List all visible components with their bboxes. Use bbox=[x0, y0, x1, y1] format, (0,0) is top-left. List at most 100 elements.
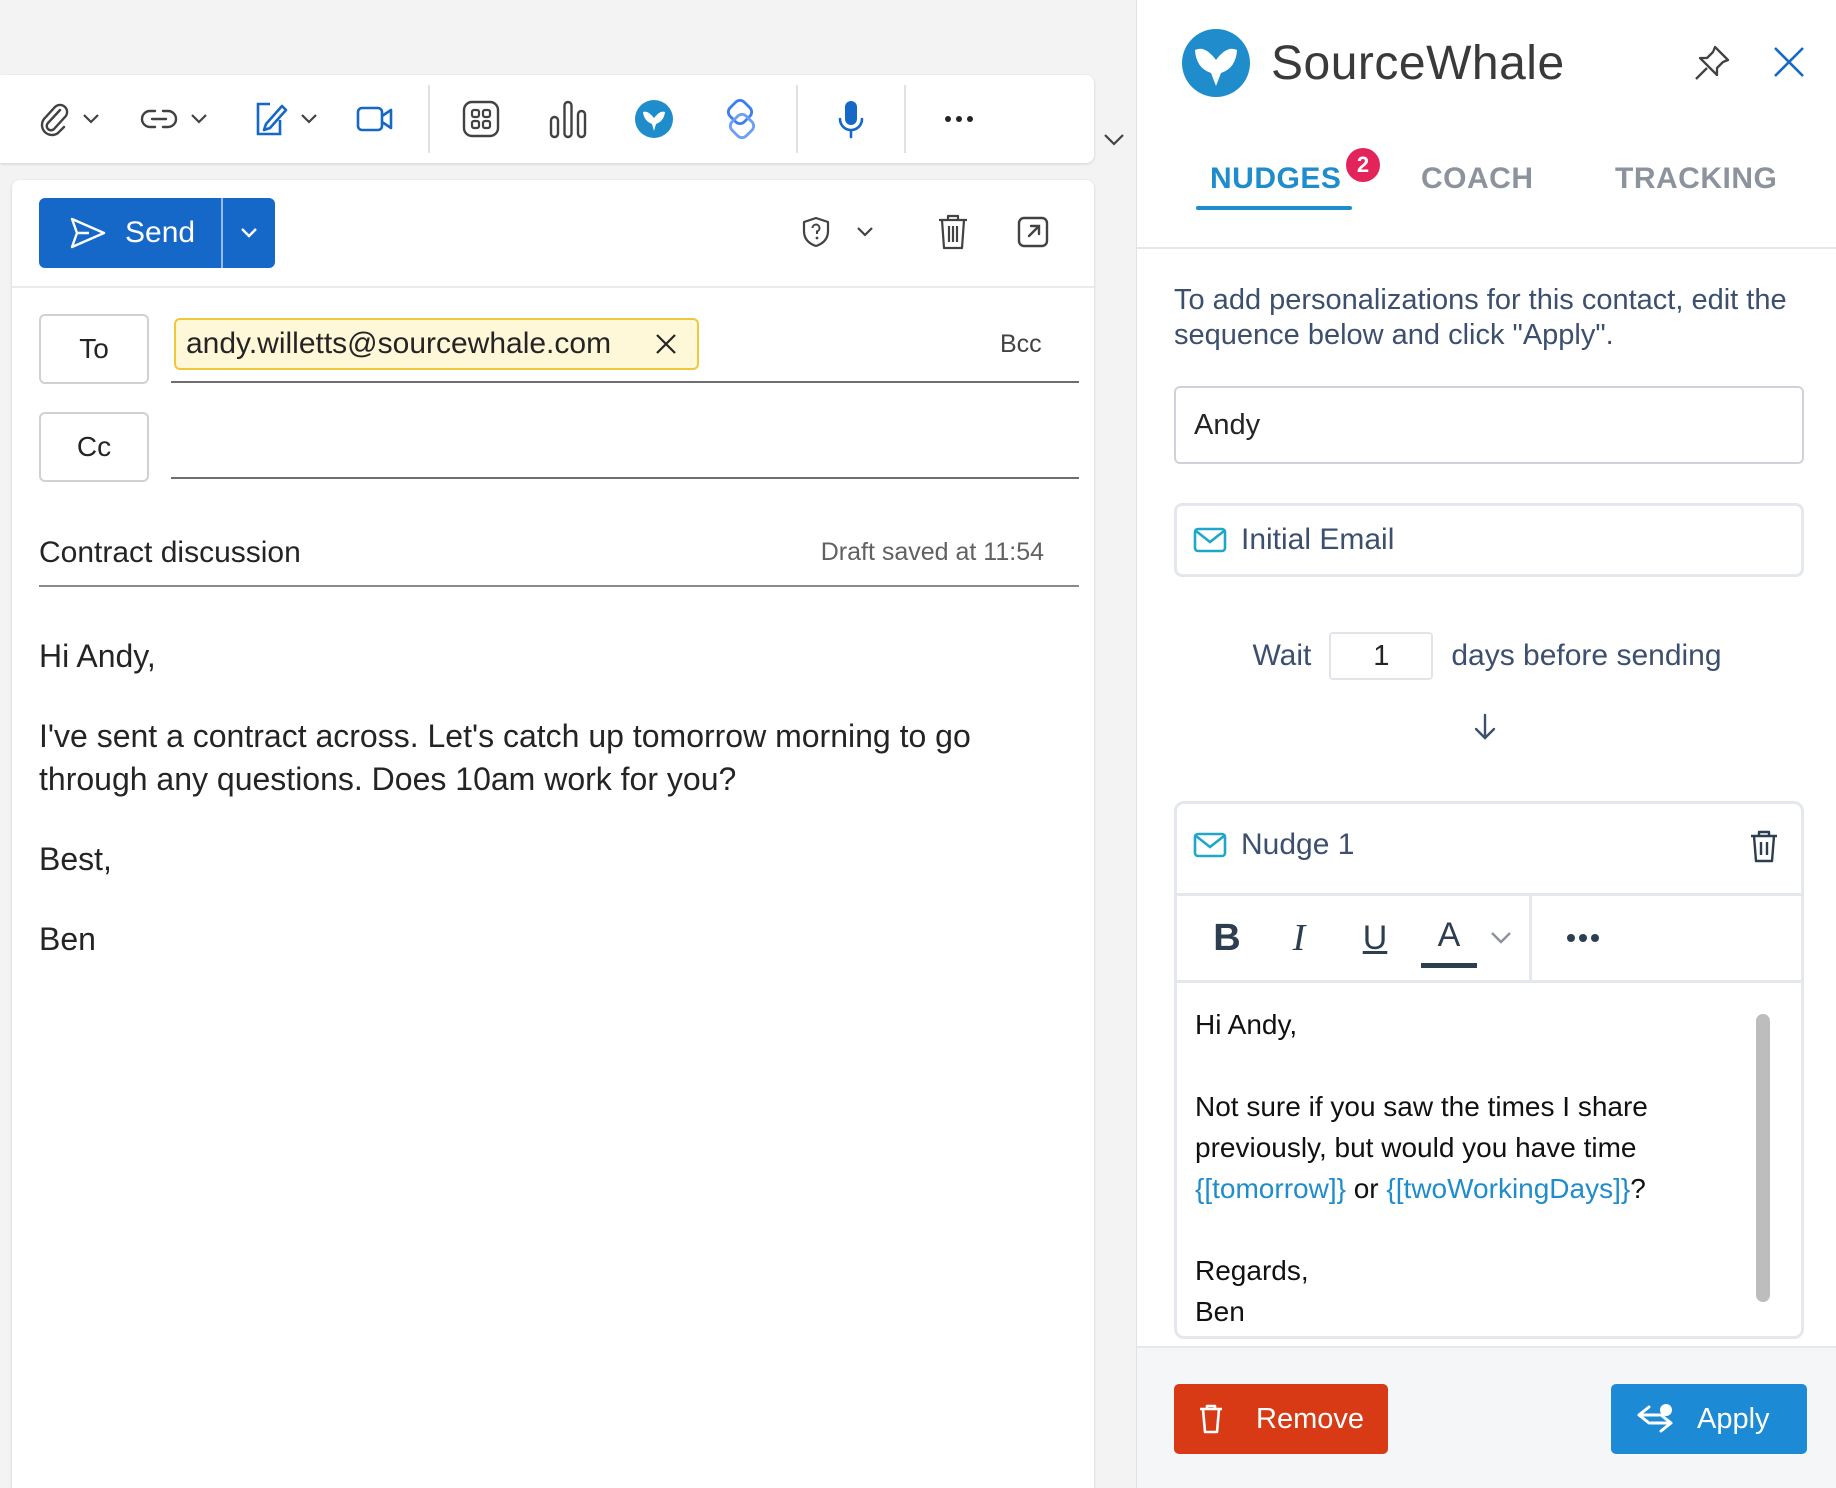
teams-meeting-button[interactable] bbox=[356, 75, 394, 163]
body-signature: Ben bbox=[39, 921, 96, 957]
pin-button[interactable] bbox=[1693, 44, 1731, 87]
cc-field[interactable] bbox=[171, 420, 1079, 474]
toolbar-divider bbox=[904, 85, 906, 153]
nudge-or: or bbox=[1345, 1173, 1387, 1204]
font-color-dropdown[interactable] bbox=[1481, 896, 1521, 980]
body-signoff: Best, bbox=[39, 841, 112, 877]
pop-out-icon bbox=[1017, 216, 1049, 248]
nudge-paragraph: Not sure if you saw the times I share pr… bbox=[1195, 1086, 1755, 1209]
to-button[interactable]: To bbox=[39, 314, 149, 384]
chevron-down-icon bbox=[301, 114, 317, 124]
pin-icon bbox=[1695, 45, 1730, 80]
active-tab-indicator bbox=[1196, 206, 1352, 210]
to-field-underline[interactable] bbox=[171, 381, 1079, 383]
arrow-down-icon bbox=[1474, 713, 1496, 740]
send-options-button[interactable] bbox=[223, 198, 275, 268]
nudge-greeting: Hi Andy, bbox=[1195, 1009, 1298, 1040]
nudges-count-badge: 2 bbox=[1346, 148, 1380, 182]
message-body[interactable]: Hi Andy, I've sent a contract across. Le… bbox=[39, 635, 1059, 998]
envelope-icon bbox=[1193, 527, 1227, 553]
ribbon-expand-button[interactable] bbox=[1100, 126, 1128, 154]
link-icon bbox=[140, 109, 178, 129]
close-icon bbox=[1774, 47, 1804, 77]
font-color-button[interactable]: A bbox=[1421, 908, 1477, 968]
cc-field-underline bbox=[171, 477, 1079, 479]
viva-icon bbox=[726, 98, 756, 140]
contact-name-input[interactable] bbox=[1174, 386, 1804, 464]
chevron-down-icon bbox=[1491, 932, 1511, 944]
app-title: SourceWhale bbox=[1271, 37, 1565, 90]
variable-tomorrow: {[tomorrow]} bbox=[1195, 1173, 1346, 1204]
initial-email-step[interactable]: Initial Email bbox=[1174, 503, 1804, 577]
tab-coach[interactable]: COACH bbox=[1421, 162, 1534, 196]
toolbar-divider bbox=[428, 85, 430, 153]
viva-insights-button[interactable] bbox=[720, 75, 762, 163]
tab-tracking[interactable]: TRACKING bbox=[1615, 162, 1777, 196]
initial-email-label: Initial Email bbox=[1241, 523, 1395, 556]
apps-icon bbox=[462, 100, 500, 138]
more-icon bbox=[945, 116, 973, 122]
recipient-chip[interactable]: andy.willetts@sourcewhale.com bbox=[174, 318, 699, 370]
send-split-button: Send bbox=[39, 198, 275, 268]
instructions-text: To add personalizations for this contact… bbox=[1174, 284, 1787, 351]
remove-label: Remove bbox=[1256, 1402, 1364, 1435]
subject-field[interactable]: Contract discussion bbox=[39, 536, 301, 570]
microphone-icon bbox=[838, 101, 864, 139]
signature-button[interactable] bbox=[252, 75, 318, 163]
sourcewhale-icon bbox=[635, 100, 673, 138]
nudge-line: Not sure if you saw the times I share pr… bbox=[1195, 1091, 1648, 1163]
trash-icon bbox=[1751, 830, 1777, 863]
pop-out-button[interactable] bbox=[1016, 208, 1050, 256]
sensitivity-button[interactable] bbox=[802, 208, 874, 256]
signature-icon bbox=[256, 102, 288, 136]
trash-icon bbox=[939, 214, 967, 250]
divider bbox=[12, 286, 1094, 288]
draft-status: Draft saved at 11:54 bbox=[820, 538, 1044, 566]
bcc-button[interactable]: Bcc bbox=[1000, 330, 1042, 359]
chevron-down-icon bbox=[241, 228, 257, 238]
italic-button[interactable]: I bbox=[1271, 896, 1327, 980]
apply-button[interactable]: Apply bbox=[1611, 1384, 1807, 1454]
compose-ribbon bbox=[0, 75, 1094, 163]
insights-button[interactable] bbox=[548, 75, 588, 163]
discard-button[interactable] bbox=[936, 208, 970, 256]
subject-underline bbox=[39, 585, 1079, 587]
sourcewhale-addin-button[interactable] bbox=[634, 75, 674, 163]
sourcewhale-logo bbox=[1182, 29, 1250, 97]
tab-nudges[interactable]: NUDGES bbox=[1210, 162, 1341, 196]
apply-sync-icon bbox=[1637, 1404, 1673, 1433]
wait-suffix: days before sending bbox=[1451, 639, 1722, 672]
nudge-editor[interactable]: Hi Andy, Not sure if you saw the times I… bbox=[1195, 1004, 1755, 1332]
dictate-button[interactable] bbox=[836, 75, 866, 163]
more-options-button[interactable] bbox=[944, 75, 974, 163]
wait-prefix: Wait bbox=[1252, 639, 1312, 672]
editor-scrollbar[interactable] bbox=[1756, 1014, 1770, 1302]
insert-link-button[interactable] bbox=[140, 75, 208, 163]
recipient-address: andy.willetts@sourcewhale.com bbox=[186, 327, 612, 360]
bold-button[interactable]: B bbox=[1199, 896, 1255, 980]
body-paragraph: I've sent a contract across. Let's catch… bbox=[39, 718, 971, 797]
underline-button[interactable]: U bbox=[1347, 896, 1403, 980]
apply-label: Apply bbox=[1697, 1402, 1770, 1435]
send-divider bbox=[221, 198, 223, 268]
nudge-card: Nudge 1 B I U A Hi Andy, Not sure if you… bbox=[1174, 801, 1804, 1339]
chevron-down-icon bbox=[1104, 134, 1124, 146]
cc-button[interactable]: Cc bbox=[39, 412, 149, 482]
attach-file-button[interactable] bbox=[38, 75, 100, 163]
remove-button[interactable]: Remove bbox=[1174, 1384, 1388, 1454]
chevron-down-icon bbox=[83, 114, 99, 124]
chevron-down-icon bbox=[191, 114, 207, 124]
envelope-icon bbox=[1193, 832, 1227, 858]
paperclip-icon bbox=[40, 103, 69, 137]
tabs-divider bbox=[1137, 247, 1836, 249]
apps-button[interactable] bbox=[462, 75, 500, 163]
wait-row: Wait days before sending bbox=[1137, 632, 1836, 680]
close-panel-button[interactable] bbox=[1771, 44, 1807, 85]
nudge-signature: Ben bbox=[1195, 1296, 1245, 1327]
send-button[interactable]: Send bbox=[39, 198, 221, 268]
more-formatting-button[interactable] bbox=[1555, 896, 1611, 980]
wait-days-input[interactable] bbox=[1329, 632, 1434, 680]
remove-recipient-button[interactable] bbox=[655, 333, 677, 355]
delete-nudge-button[interactable] bbox=[1749, 830, 1779, 869]
nudge-header: Nudge 1 bbox=[1193, 828, 1354, 862]
